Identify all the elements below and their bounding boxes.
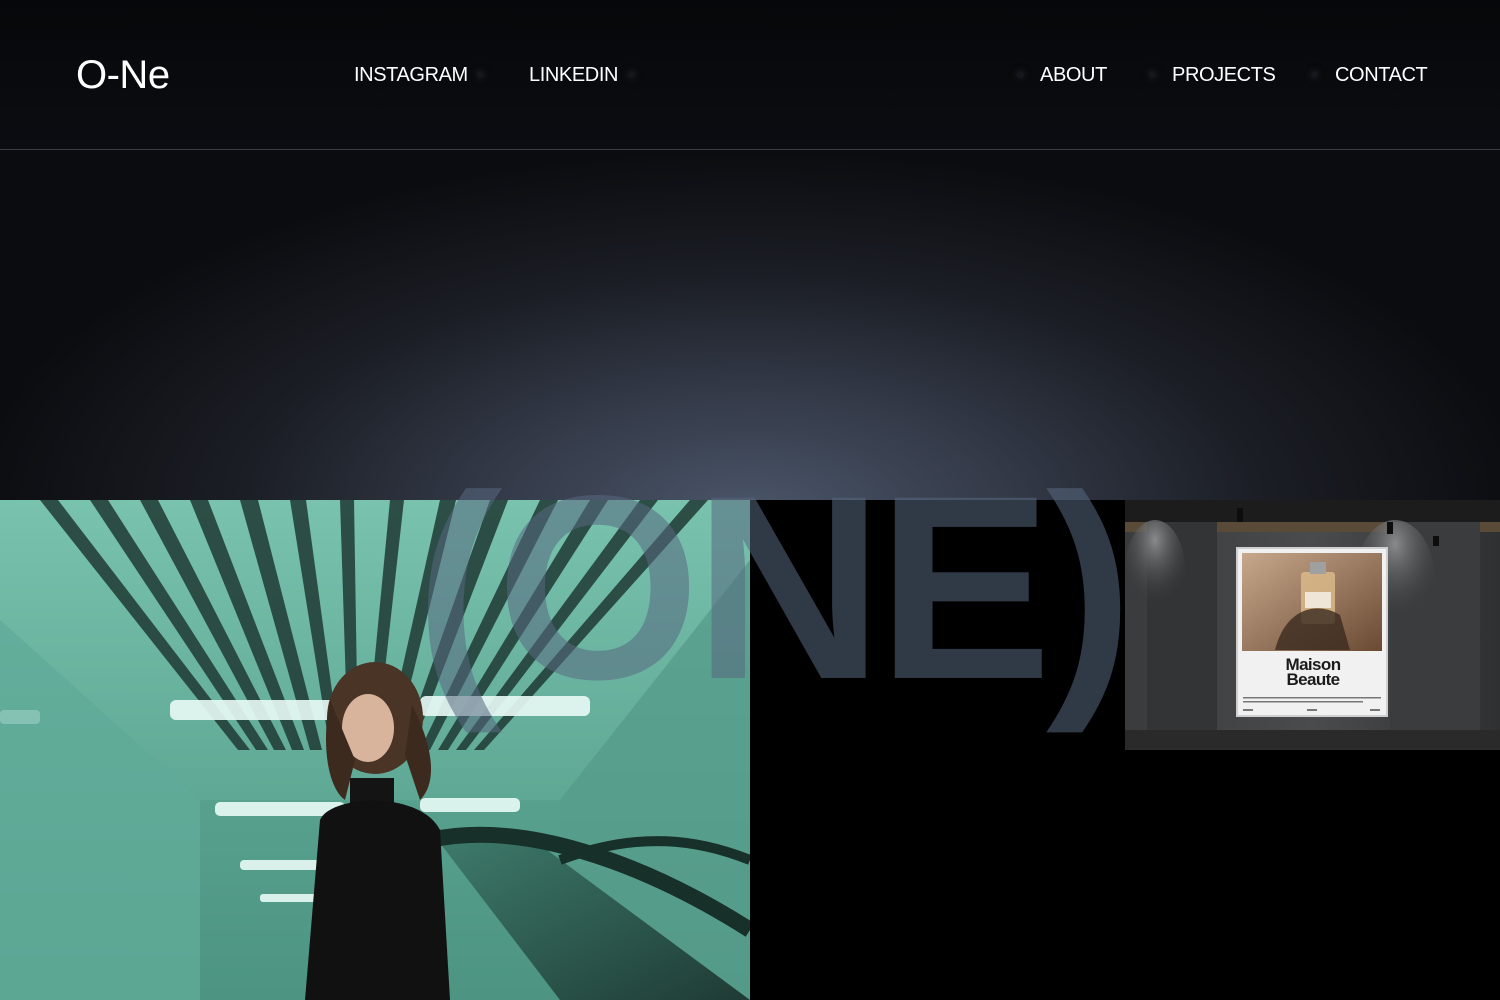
site-logo[interactable]: O-Ne: [76, 52, 170, 98]
nav-separator-dot: [477, 71, 484, 78]
nav-link-linkedin[interactable]: LINKEDIN: [529, 64, 618, 86]
subway-portrait-illustration: [0, 500, 750, 1000]
nav-link-projects[interactable]: PROJECTS: [1172, 64, 1276, 86]
poster-title: Maison Beaute: [1243, 656, 1383, 689]
nav-separator-dot: [628, 71, 635, 78]
project-photo-maison-beaute-poster[interactable]: [1125, 500, 1500, 750]
nav-link-instagram[interactable]: INSTAGRAM: [354, 64, 468, 86]
project-photo-subway-portrait[interactable]: [0, 500, 750, 1000]
nav-separator-dot: [1149, 71, 1156, 78]
nav-separator-dot: [1311, 71, 1318, 78]
site-header: O-Ne INSTAGRAM LINKEDIN ABOUT PROJECTS C…: [0, 0, 1500, 150]
poster-mockup-illustration: [1125, 500, 1500, 750]
page: O-Ne INSTAGRAM LINKEDIN ABOUT PROJECTS C…: [0, 0, 1500, 1000]
hero-section: [0, 150, 1500, 500]
poster-title-line-2: Beaute: [1286, 670, 1340, 689]
nav-separator-dot: [1017, 71, 1024, 78]
nav-link-about[interactable]: ABOUT: [1040, 64, 1107, 86]
nav-link-contact[interactable]: CONTACT: [1335, 64, 1428, 86]
